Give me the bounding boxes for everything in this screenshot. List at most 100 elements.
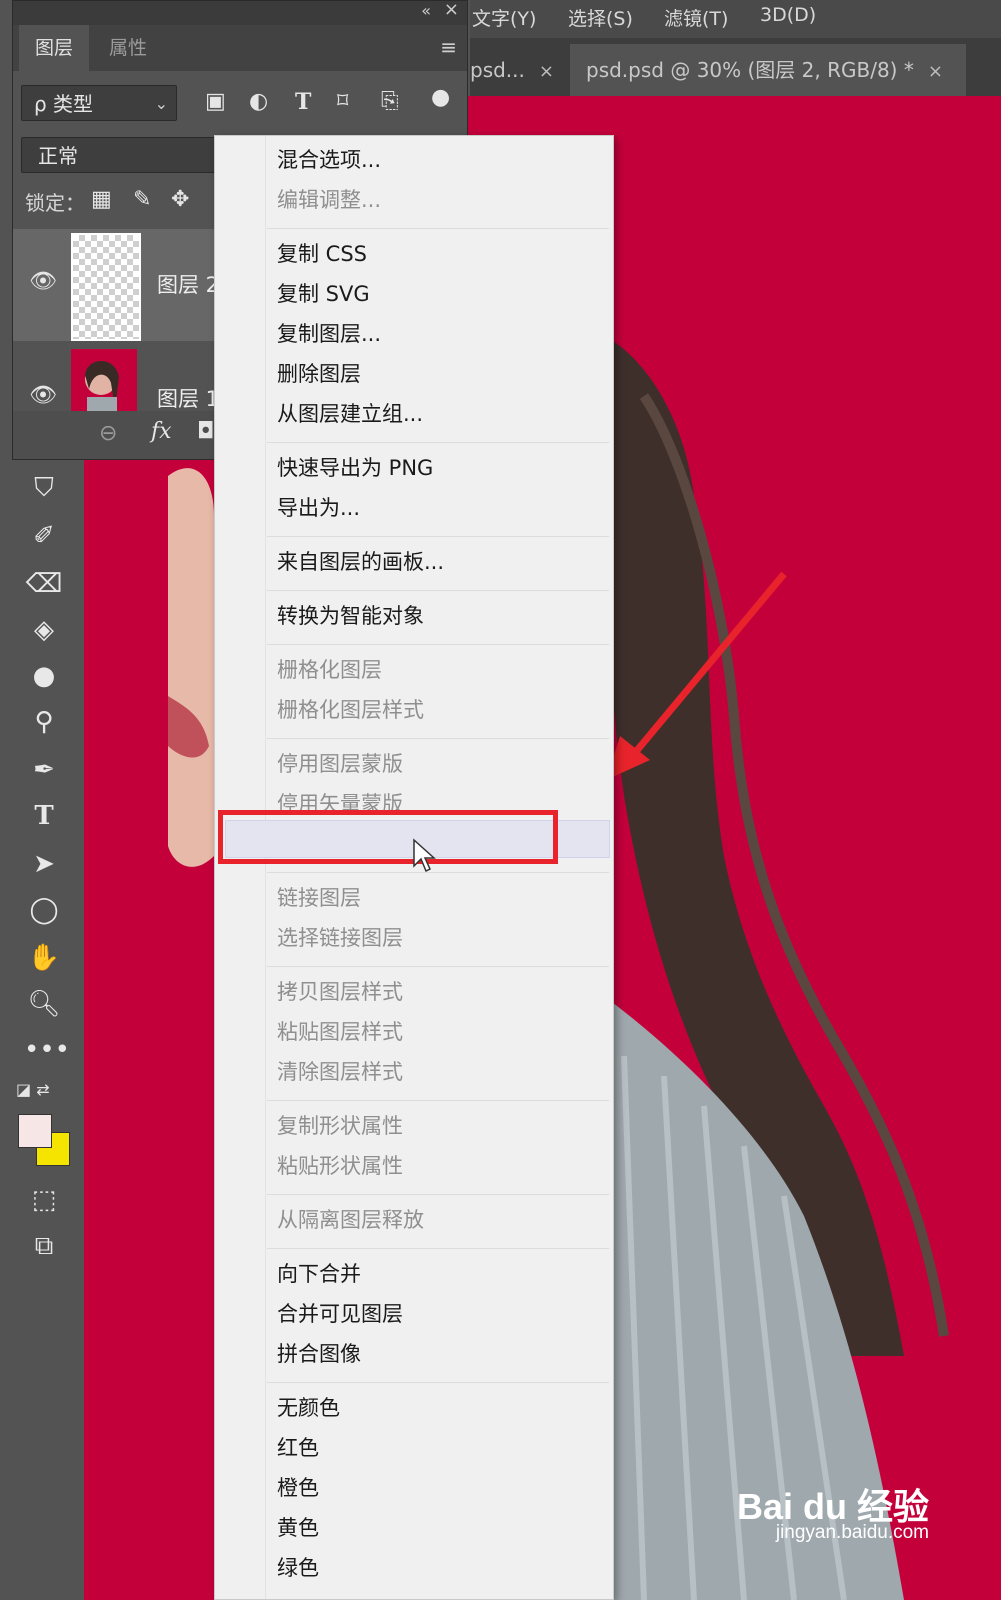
menu-item[interactable]: 复制 SVG xyxy=(277,278,370,308)
collapse-icon[interactable]: « xyxy=(421,1,431,20)
fx-button[interactable]: fx xyxy=(151,419,172,444)
type-filter-icon[interactable]: T xyxy=(295,89,311,115)
eye-icon[interactable]: 👁︎ xyxy=(29,269,57,294)
layer-filter-dropdown[interactable]: ρ 类型 ⌄ xyxy=(21,85,177,121)
menu-item: 从隔离图层释放 xyxy=(277,1208,424,1232)
layer-thumbnail xyxy=(71,233,141,341)
doc-tab-1[interactable]: psd... × xyxy=(470,44,562,96)
quick-mask-icon[interactable]: ⬚ xyxy=(24,1180,64,1220)
menu-item[interactable]: 合并可见图层 xyxy=(277,1298,403,1328)
doc-tab-1-label: psd... xyxy=(470,58,525,82)
menu-item[interactable]: 绿色 xyxy=(277,1552,319,1582)
menu-item[interactable]: 复制 CSS xyxy=(277,238,367,268)
lock-label: 锁定： xyxy=(25,191,85,215)
filter-toggle-icon[interactable]: ● xyxy=(431,85,450,110)
swap-colors-icon[interactable]: ◪ ⇄ xyxy=(16,1080,68,1104)
menu-item[interactable]: 复制图层... xyxy=(277,318,381,348)
menu-separator xyxy=(267,644,609,645)
chevron-down-icon: ⌄ xyxy=(154,94,168,113)
close-icon[interactable]: × xyxy=(444,0,459,20)
menu-filter[interactable]: 滤镜(T) xyxy=(664,4,728,31)
menu-item[interactable]: 快速导出为 PNG xyxy=(277,452,433,482)
menu-item: 栅格化图层 xyxy=(277,658,382,682)
menu-item[interactable]: 无颜色 xyxy=(277,1392,340,1422)
menu-select[interactable]: 选择(S) xyxy=(568,4,633,31)
adjustment-filter-icon[interactable]: ◐ xyxy=(249,89,268,114)
lock-move-icon[interactable]: ✥ xyxy=(171,187,189,212)
smart-object-filter-icon[interactable]: ⎘ xyxy=(381,89,399,114)
menu-icon-gutter xyxy=(215,136,266,1599)
menu-separator xyxy=(267,1382,609,1383)
menu-item[interactable]: 转换为智能对象 xyxy=(277,600,424,630)
pen-tool-icon[interactable]: ✒ xyxy=(24,750,64,790)
menu-separator xyxy=(267,228,609,229)
menu-separator xyxy=(267,590,609,591)
menu-separator xyxy=(267,536,609,537)
ellipse-tool-icon[interactable]: ◯ xyxy=(24,890,64,930)
stamp-tool-icon[interactable]: ⛉ xyxy=(24,468,64,508)
menu-separator xyxy=(267,738,609,739)
lock-transparency-icon[interactable]: ▦ xyxy=(91,187,112,212)
menu-item[interactable]: 向下合并 xyxy=(277,1258,361,1288)
close-icon[interactable]: × xyxy=(539,61,554,82)
mouse-cursor-icon xyxy=(413,838,436,873)
menu-item[interactable]: 黄色 xyxy=(277,1512,319,1542)
menu-separator xyxy=(267,442,609,443)
doc-tab-active[interactable]: psd.psd @ 30% (图层 2, RGB/8) * × xyxy=(570,44,966,96)
hand-tool-icon[interactable]: ✋ xyxy=(24,938,64,978)
highlight-box xyxy=(218,810,558,864)
history-brush-icon[interactable]: ✐ xyxy=(24,516,64,556)
menu-separator xyxy=(267,966,609,967)
menu-item[interactable]: 拼合图像 xyxy=(277,1338,361,1368)
tools-panel: ⛉ ✐ ⌫ ◈ ● ⚲ ✒ T ➤ ◯ ✋ 🔍︎ ••• ◪ ⇄ ⬚ ⧉ xyxy=(0,460,84,1600)
blend-mode-dropdown[interactable]: 正常 xyxy=(21,137,221,173)
menu-item[interactable]: 来自图层的画板... xyxy=(277,546,444,576)
menu-item[interactable]: 从图层建立组... xyxy=(277,398,423,428)
menu-item: 栅格化图层样式 xyxy=(277,698,424,722)
menu-item: 编辑调整... xyxy=(277,188,382,212)
menu-3d[interactable]: 3D(D) xyxy=(760,4,816,26)
link-layers-icon[interactable]: ⊖ xyxy=(99,421,117,446)
pixel-filter-icon[interactable]: ▣ xyxy=(205,89,226,114)
menu-item: 选择链接图层 xyxy=(277,926,403,950)
tab-properties[interactable]: 属性 xyxy=(93,25,163,71)
zoom-tool-icon[interactable]: 🔍︎ xyxy=(24,984,64,1024)
path-selection-icon[interactable]: ➤ xyxy=(24,844,64,884)
foreground-color-swatch[interactable] xyxy=(18,1114,52,1148)
menu-item: 清除图层样式 xyxy=(277,1060,403,1084)
menu-item: 粘贴图层样式 xyxy=(277,1020,403,1044)
menu-separator xyxy=(267,1248,609,1249)
menu-bar: 文字(Y) 选择(S) 滤镜(T) 3D(D) xyxy=(470,0,1001,38)
shape-filter-icon[interactable]: ⌑ xyxy=(337,89,348,114)
document-tab-bar: psd... × psd.psd @ 30% (图层 2, RGB/8) * × xyxy=(470,38,1001,96)
portrait-thumbnail xyxy=(85,361,119,411)
eraser-icon[interactable]: ⌫ xyxy=(24,564,64,604)
layer-thumbnail xyxy=(71,349,137,411)
layer-name: 图层 1 xyxy=(157,387,220,411)
eye-icon[interactable]: 👁︎ xyxy=(29,383,57,408)
dodge-tool-icon[interactable]: ⚲ xyxy=(24,702,64,742)
panel-tabs: 图层 属性 ≡ xyxy=(13,25,467,71)
type-tool-icon[interactable]: T xyxy=(24,796,64,836)
menu-item: 停用图层蒙版 xyxy=(277,752,403,776)
add-mask-icon[interactable]: ◘ xyxy=(197,419,214,444)
layer-name: 图层 2 xyxy=(157,273,220,297)
menu-type[interactable]: 文字(Y) xyxy=(472,4,536,31)
paint-bucket-icon[interactable]: ◈ xyxy=(24,610,64,650)
menu-separator xyxy=(267,872,609,873)
menu-item[interactable]: 混合选项... xyxy=(277,144,381,174)
menu-item[interactable]: 导出为... xyxy=(277,492,360,522)
panel-menu-icon[interactable]: ≡ xyxy=(440,35,457,59)
menu-item: 复制形状属性 xyxy=(277,1114,403,1138)
close-icon[interactable]: × xyxy=(928,61,943,82)
menu-item[interactable]: 红色 xyxy=(277,1432,319,1462)
screen-mode-icon[interactable]: ⧉ xyxy=(24,1226,64,1266)
blur-tool-icon[interactable]: ● xyxy=(24,656,64,696)
more-tools-icon[interactable]: ••• xyxy=(24,1030,70,1070)
menu-item: 拷贝图层样式 xyxy=(277,980,403,1004)
menu-item[interactable]: 删除图层 xyxy=(277,358,361,388)
lock-paint-icon[interactable]: ✎ xyxy=(133,187,151,212)
menu-separator xyxy=(267,1100,609,1101)
tab-layers[interactable]: 图层 xyxy=(19,25,90,71)
menu-item[interactable]: 橙色 xyxy=(277,1472,319,1502)
